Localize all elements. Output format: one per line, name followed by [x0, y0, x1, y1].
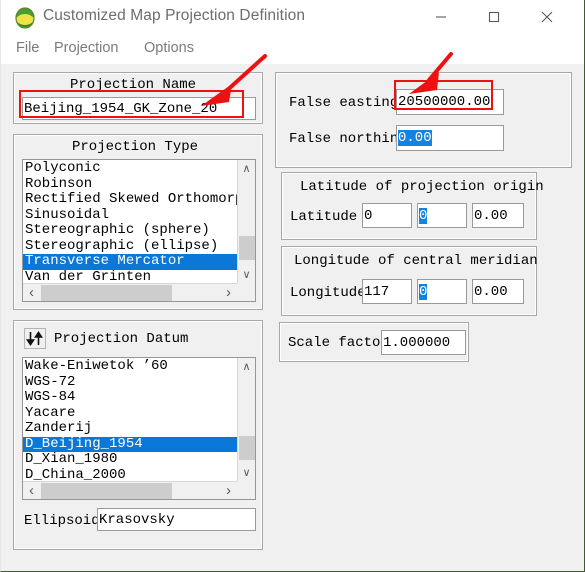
menu-item-options[interactable]: Options	[139, 38, 199, 58]
window-title: Customized Map Projection Definition	[43, 7, 306, 24]
ellipsoid-label: Ellipsoid	[24, 513, 100, 529]
scale-factor-group: Scale factor 1.000000	[279, 322, 469, 362]
latitude-seconds-input[interactable]: 0.00	[472, 203, 524, 228]
projection-type-vertical-scrollbar[interactable]: ∧ ∨	[237, 160, 255, 283]
projection-type-horizontal-scrollbar[interactable]: ‹ ›	[23, 283, 237, 301]
list-item[interactable]: WGS-72	[23, 374, 237, 391]
scroll-down-icon[interactable]: ∨	[238, 464, 255, 481]
latitude-degrees-input[interactable]: 0	[362, 203, 412, 228]
maximize-button[interactable]	[471, 0, 517, 34]
false-easting-input[interactable]: 20500000.00	[396, 89, 504, 115]
list-item[interactable]: Wake-Eniwetok ’60	[23, 358, 237, 375]
list-item[interactable]: Polyconic	[23, 160, 237, 177]
latitude-label: Latitude	[290, 209, 358, 225]
projection-datum-vertical-scrollbar[interactable]: ∧ ∨	[237, 358, 255, 481]
false-northing-label: False northing	[289, 131, 407, 147]
close-button[interactable]	[524, 0, 570, 34]
projection-datum-group: Projection Datum Wake-Eniwetok ’60 WGS-7…	[13, 320, 263, 550]
projection-type-items: Polyconic Robinson Rectified Skewed Orth…	[23, 160, 237, 283]
longitude-degrees-input[interactable]: 117	[362, 279, 412, 304]
scrollbar-corner	[237, 283, 255, 301]
list-item[interactable]: Van der Grinten	[23, 269, 237, 283]
longitude-meridian-group: Longitude of central meridian Longitude …	[281, 246, 538, 316]
projection-type-caption: Projection Type	[72, 139, 199, 155]
projection-name-caption: Projection Name	[70, 77, 197, 93]
projection-name-input[interactable]: Beijing_1954_GK_Zone_20	[22, 97, 256, 120]
minimize-button[interactable]	[418, 0, 464, 34]
sort-arrows-icon[interactable]	[24, 328, 46, 349]
latitude-minutes-input[interactable]: 0	[417, 203, 467, 228]
list-item[interactable]: Zanderij	[23, 420, 237, 437]
scroll-up-icon[interactable]: ∧	[238, 358, 255, 375]
longitude-minutes-input[interactable]: 0	[417, 279, 467, 304]
projection-datum-horizontal-scrollbar[interactable]: ‹ ›	[23, 481, 237, 499]
projection-type-listbox[interactable]: Polyconic Robinson Rectified Skewed Orth…	[22, 159, 256, 302]
scroll-up-icon[interactable]: ∧	[238, 160, 255, 177]
latitude-origin-group: Latitude of projection origin Latitude 0…	[281, 172, 544, 240]
false-offsets-group: False easting 20500000.00 False northing…	[275, 72, 572, 168]
list-item[interactable]: Sinusoidal	[23, 207, 237, 224]
longitude-meridian-caption: Longitude of central meridian	[294, 253, 538, 269]
scale-factor-input[interactable]: 1.000000	[381, 330, 466, 355]
projection-datum-items: Wake-Eniwetok ’60 WGS-72 WGS-84 Yacare Z…	[23, 358, 237, 481]
menu-item-projection[interactable]: Projection	[49, 38, 123, 58]
projection-type-group: Projection Type Polyconic Robinson Recti…	[13, 134, 263, 310]
list-item[interactable]: Yacare	[23, 405, 237, 422]
list-item[interactable]: Stereographic (ellipse)	[23, 238, 237, 255]
list-item[interactable]: Rectified Skewed Orthomorphi	[23, 191, 237, 208]
scroll-right-icon[interactable]: ›	[220, 482, 237, 499]
list-item[interactable]: Robinson	[23, 176, 237, 193]
list-item-selected[interactable]: D_Beijing_1954	[23, 436, 237, 452]
horizontal-scroll-thumb[interactable]	[41, 285, 172, 301]
projection-name-group: Projection Name Beijing_1954_GK_Zone_20	[13, 72, 263, 124]
projection-datum-caption: Projection Datum	[54, 331, 189, 347]
list-item-selected[interactable]: Transverse Mercator	[23, 253, 237, 270]
list-item[interactable]: D_China_2000	[23, 467, 237, 481]
scroll-left-icon[interactable]: ‹	[23, 482, 40, 499]
list-item[interactable]: D_Xian_1980	[23, 451, 237, 468]
longitude-seconds-input[interactable]: 0.00	[472, 279, 524, 304]
projection-datum-listbox[interactable]: Wake-Eniwetok ’60 WGS-72 WGS-84 Yacare Z…	[22, 357, 256, 500]
longitude-minutes-value: 0	[419, 283, 428, 300]
list-item[interactable]: WGS-84	[23, 389, 237, 406]
longitude-label: Longitude	[290, 285, 366, 301]
menu-bar: File Projection Options	[1, 35, 584, 64]
scroll-down-icon[interactable]: ∨	[238, 266, 255, 283]
false-northing-value: 0.00	[398, 130, 432, 146]
scale-factor-label: Scale factor	[288, 335, 389, 351]
horizontal-scroll-thumb[interactable]	[41, 483, 172, 499]
list-item[interactable]: Stereographic (sphere)	[23, 222, 237, 239]
ellipsoid-input[interactable]: Krasovsky	[97, 508, 256, 531]
vertical-scroll-thumb[interactable]	[239, 236, 255, 260]
scroll-right-icon[interactable]: ›	[220, 284, 237, 301]
latitude-origin-caption: Latitude of projection origin	[300, 179, 544, 195]
vertical-scroll-thumb[interactable]	[239, 436, 255, 460]
globe-icon	[14, 7, 36, 29]
client-area: Projection Name Beijing_1954_GK_Zone_20 …	[1, 64, 584, 571]
false-northing-input[interactable]: 0.00	[396, 125, 504, 151]
latitude-minutes-value: 0	[419, 207, 428, 224]
title-bar: Customized Map Projection Definition	[1, 0, 584, 35]
application-window: Customized Map Projection Definition Fil…	[0, 0, 585, 572]
scrollbar-corner	[237, 481, 255, 499]
false-easting-label: False easting	[289, 95, 399, 111]
scroll-left-icon[interactable]: ‹	[23, 284, 40, 301]
menu-item-file[interactable]: File	[11, 38, 44, 58]
